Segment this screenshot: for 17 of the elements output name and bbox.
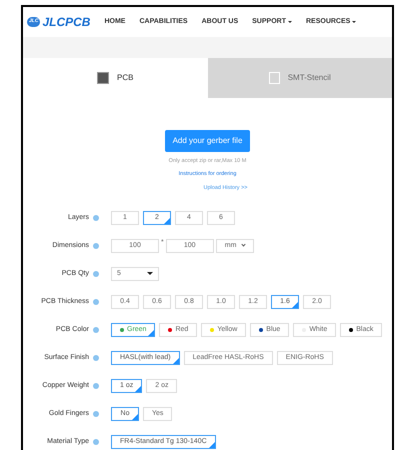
logo-text[interactable]: JLCPCB: [42, 13, 90, 31]
info-icon[interactable]: [93, 214, 99, 221]
dropdown-icon: [147, 272, 153, 276]
product-tab[interactable]: SMT-Stencil: [208, 58, 392, 98]
info-icon[interactable]: [93, 242, 99, 249]
caret-icon: [288, 21, 292, 23]
caret-icon: [352, 21, 356, 23]
info-icon[interactable]: [93, 438, 99, 445]
info-icon[interactable]: [93, 270, 99, 277]
info-icon[interactable]: [93, 382, 99, 389]
info-icon[interactable]: [93, 354, 99, 361]
info-icon[interactable]: [93, 298, 99, 305]
chevron-icon: [241, 242, 246, 247]
info-icon[interactable]: [93, 326, 99, 333]
circuit-board-icon: [97, 72, 110, 84]
upload-button[interactable]: Add your gerber file: [164, 130, 250, 152]
info-icon[interactable]: [93, 410, 99, 417]
